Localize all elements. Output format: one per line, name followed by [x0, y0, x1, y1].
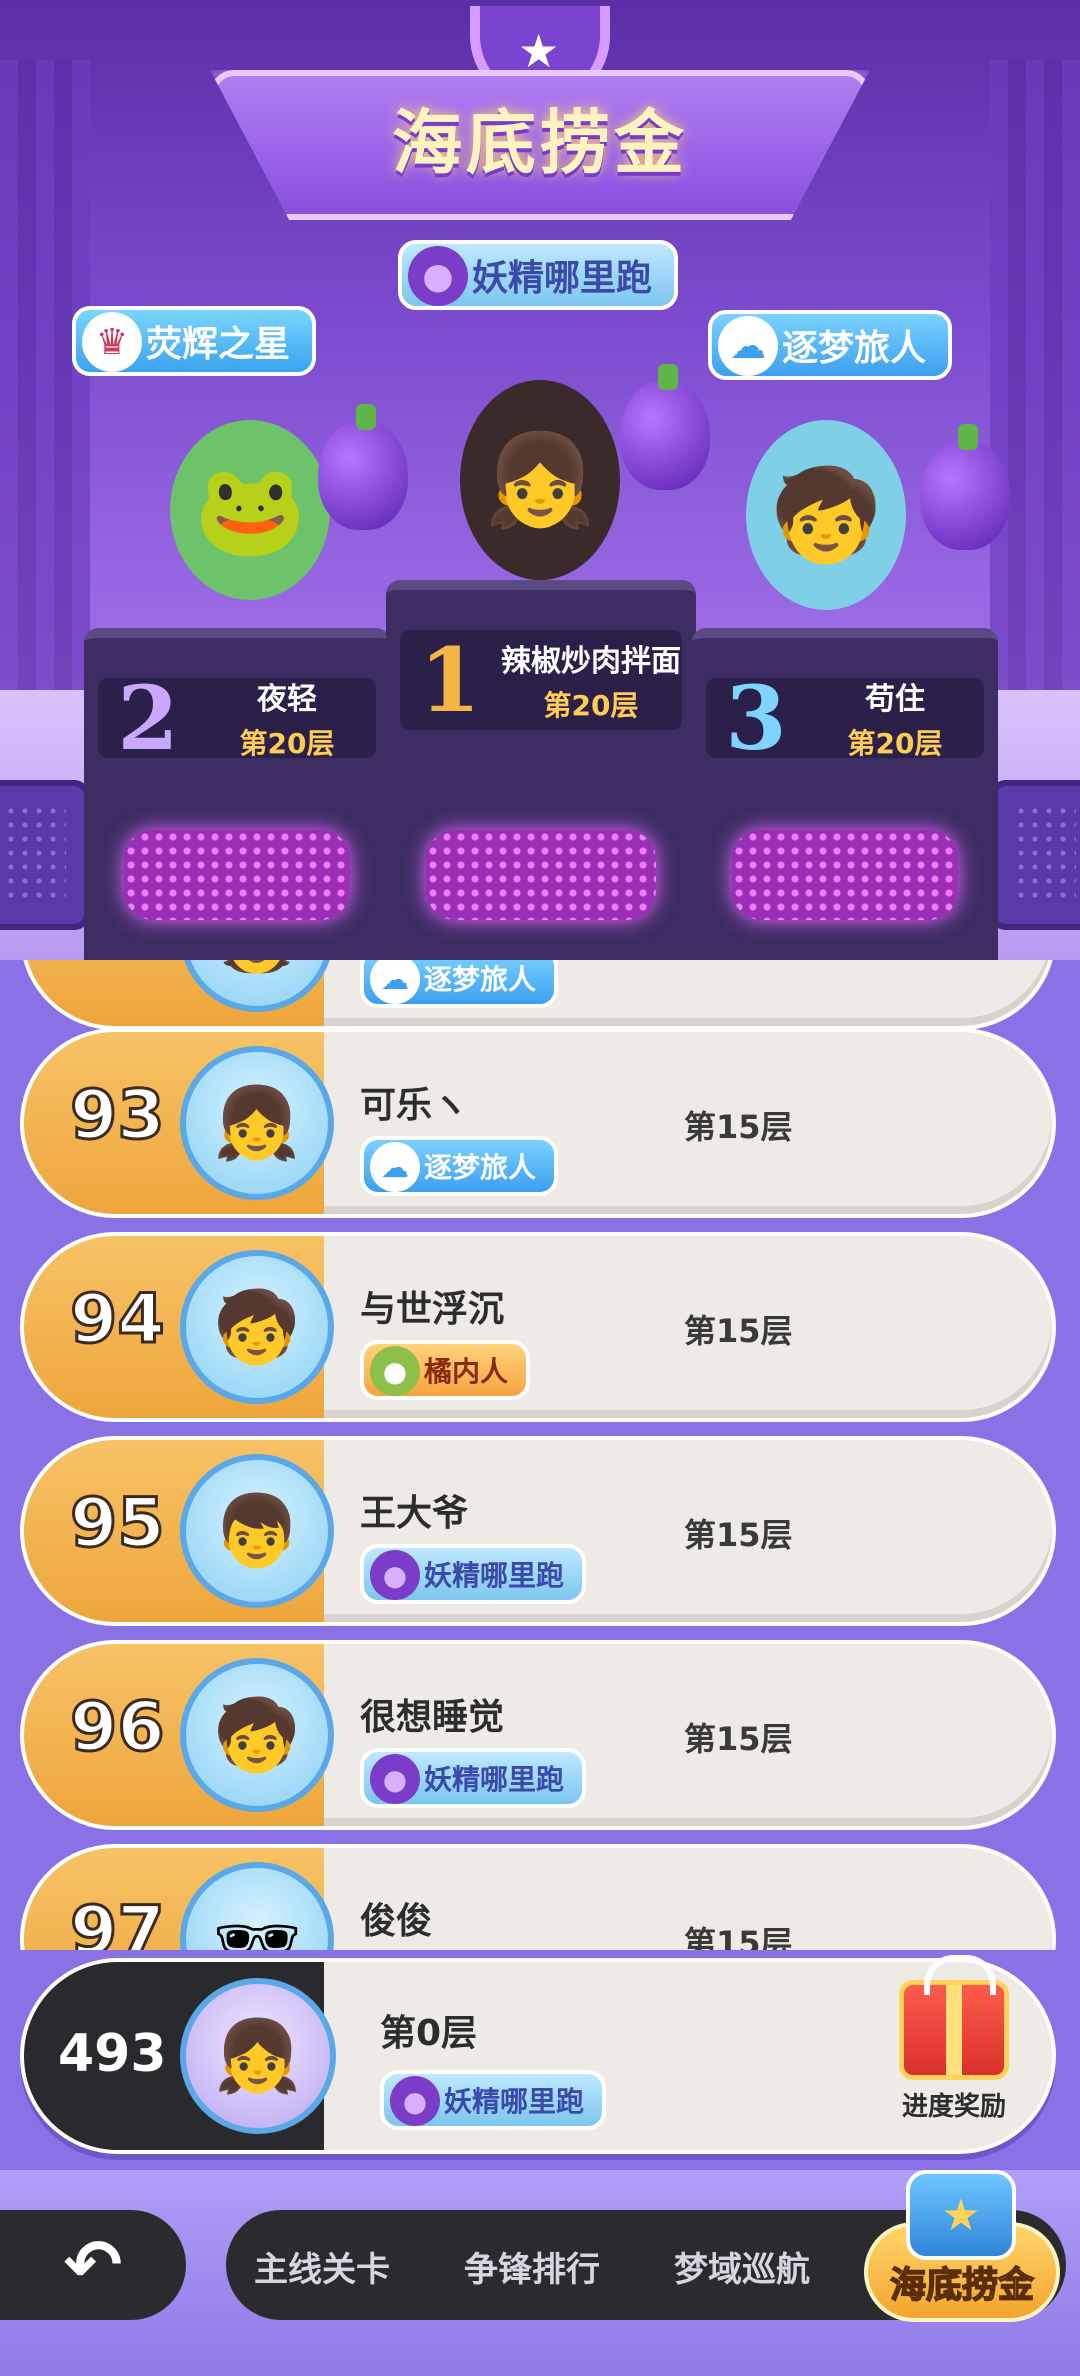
rank-number: 96	[69, 1688, 167, 1767]
podium-light-grill	[426, 830, 656, 920]
floor-value: 第15层	[684, 1516, 793, 1554]
grape-icon: ●	[408, 246, 468, 306]
player-name: 俊俊	[360, 1901, 433, 1942]
grape-icon	[318, 404, 408, 530]
title-badge-label: 橘内人	[424, 1355, 509, 1388]
third-character-avatar[interactable]: 🧒	[746, 420, 906, 610]
list-item[interactable]: 93 👧 可乐ヽ ☁ 逐梦旅人 第15层	[20, 1028, 1056, 1218]
title-banner: 海底捞金	[210, 70, 870, 220]
my-rank-row[interactable]: 493 👧 第0层 ● 妖精哪里跑 进度奖励	[20, 1955, 1056, 2154]
rank-number: 95	[69, 1484, 167, 1563]
grape-icon: ●	[370, 1754, 420, 1804]
my-title-badge-label: 妖精哪里跑	[444, 2085, 585, 2118]
rank-number: 97	[69, 1892, 167, 1950]
gift-box-icon	[899, 1955, 1009, 2080]
back-button[interactable]: ↶	[0, 2210, 186, 2320]
page-title: 海底捞金	[392, 101, 688, 184]
my-floor-value: 第0层	[380, 2013, 478, 2054]
stage-curtain-left	[0, 60, 90, 780]
grape-icon: ●	[390, 2076, 440, 2126]
title-badge: ● 妖精哪里跑	[360, 1544, 587, 1604]
list-item[interactable]: 94 🧒 与世浮沉 ● 橘内人 第15层	[20, 1232, 1056, 1422]
my-title-badge: ● 妖精哪里跑	[380, 2070, 607, 2130]
title-badge: ● 橘内人	[360, 1340, 531, 1400]
tab-dream-cruise[interactable]: 梦域巡航	[674, 2242, 810, 2291]
avatar: 👦	[180, 1454, 334, 1608]
speaker-left-icon	[0, 780, 90, 930]
rank-number: 94	[69, 1280, 167, 1359]
title-badge: ☁ 逐梦旅人	[360, 1136, 559, 1196]
ranking-list[interactable]: 🧑 ☁ 逐梦旅人 93 👧 可乐ヽ ☁ 逐梦旅人 第15层 94 🧒 与世浮沉 …	[0, 960, 1080, 1950]
list-item[interactable]: 96 🧒 很想睡觉 ● 妖精哪里跑 第15层	[20, 1640, 1056, 1830]
podium-second: 2 夜轻 第20层	[84, 628, 390, 960]
avatar: 👧	[180, 1046, 334, 1200]
list-item[interactable]: 🧑 ☁ 逐梦旅人	[20, 960, 1056, 1030]
progress-reward-label: 进度奖励	[901, 2092, 1006, 2122]
cloud-mascot-icon: ☁	[370, 1142, 420, 1192]
champion-character-avatar[interactable]: 👧	[460, 380, 620, 580]
player-name: 王大爷	[360, 1493, 469, 1534]
podium-third: 3 苟住 第20层	[692, 628, 998, 960]
podium-first: 1 辣椒炒肉拌面 第20层	[386, 580, 696, 960]
third-place-badge-label: 逐梦旅人	[782, 328, 927, 369]
cloud-mascot-icon: ☁	[718, 316, 778, 376]
stage-curtain-right	[990, 60, 1080, 780]
my-rank-number: 493	[58, 2024, 167, 2084]
podium-light-grill	[732, 830, 958, 920]
list-item[interactable]: 95 👦 王大爷 ● 妖精哪里跑 第15层	[20, 1436, 1056, 1626]
bottom-nav: ↶ 主线关卡 争锋排行 梦域巡航 海底捞金 ★	[0, 2170, 1080, 2376]
title-badge: ● 妖精哪里跑	[360, 1748, 587, 1808]
cloud-mascot-icon: ☁	[370, 960, 420, 1004]
tab-main-stage[interactable]: 主线关卡	[254, 2242, 390, 2291]
floor-value: 第15层	[684, 1924, 793, 1950]
podium-name: 苟住	[865, 682, 925, 717]
avatar: 🧒	[180, 1658, 334, 1812]
grape-icon	[620, 364, 710, 490]
champion-badge: ● 妖精哪里跑	[398, 240, 679, 310]
podium-light-grill	[124, 830, 350, 920]
player-name: 很想睡觉	[360, 1697, 505, 1738]
podium-rank: 3	[725, 666, 787, 770]
second-place-badge: ♛ 荧辉之星	[72, 306, 317, 376]
floor-value: 第15层	[684, 1108, 793, 1146]
floor-value: 第15层	[684, 1720, 793, 1758]
second-place-badge-label: 荧辉之星	[146, 324, 291, 365]
grape-icon	[920, 424, 1010, 550]
title-badge-label: 妖精哪里跑	[424, 1559, 565, 1592]
player-name: 与世浮沉	[360, 1289, 505, 1330]
avatar: 🧒	[180, 1250, 334, 1404]
podium-rank: 1	[419, 628, 481, 732]
list-item[interactable]: 97 🕶 俊俊 第15层	[20, 1844, 1056, 1950]
podium-name: 辣椒炒肉拌面	[501, 644, 681, 679]
ranking-header: ★ 海底捞金 ● 妖精哪里跑 ♛ 荧辉之星 ☁ 逐梦旅人 🐸 👧 🧒 2 夜轻 …	[0, 0, 1080, 960]
podium-floor: 第20层	[239, 727, 335, 760]
title-badge: ☁ 逐梦旅人	[360, 960, 559, 1008]
third-place-badge: ☁ 逐梦旅人	[708, 310, 953, 380]
progress-reward-button[interactable]: 进度奖励	[884, 1955, 1024, 2140]
speaker-right-icon	[990, 780, 1080, 930]
deep-sea-badge-icon: ★	[906, 2170, 1016, 2260]
rank-number: 93	[69, 1076, 167, 1155]
winged-crest-icon: ♛	[82, 312, 142, 372]
title-badge-label: 逐梦旅人	[424, 963, 537, 996]
frog-character-avatar[interactable]: 🐸	[170, 420, 330, 600]
player-name: 可乐ヽ	[360, 1085, 469, 1126]
gourd-icon: ●	[370, 1346, 420, 1396]
title-badge-label: 逐梦旅人	[424, 1151, 537, 1184]
title-badge-label: 妖精哪里跑	[424, 1763, 565, 1796]
podium-floor: 第20层	[543, 689, 639, 722]
floor-value: 第15层	[684, 1312, 793, 1350]
podium-rank: 2	[117, 666, 179, 770]
tab-rankings[interactable]: 争锋排行	[464, 2242, 600, 2291]
back-arrow-icon: ↶	[63, 2224, 123, 2306]
my-avatar: 👧	[180, 1978, 336, 2134]
champion-badge-label: 妖精哪里跑	[472, 258, 653, 299]
podium-floor: 第20层	[847, 727, 943, 760]
grape-icon: ●	[370, 1550, 420, 1600]
podium-name: 夜轻	[257, 682, 317, 717]
